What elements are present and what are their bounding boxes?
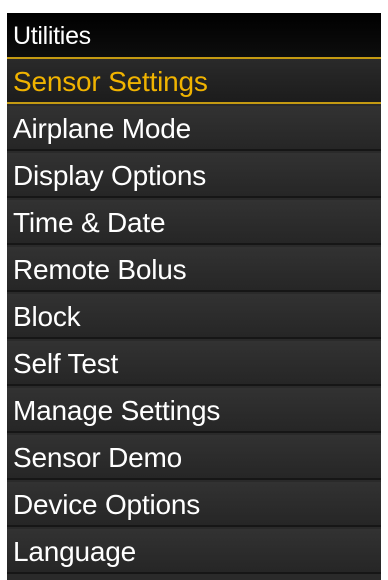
menu-item-remote-bolus[interactable]: Remote Bolus (7, 247, 381, 292)
utilities-screen: Utilities Sensor Settings Airplane Mode … (7, 13, 381, 580)
title-bar: Utilities (7, 13, 381, 59)
menu-item-time-date[interactable]: Time & Date (7, 200, 381, 245)
menu-item-sensor-demo[interactable]: Sensor Demo (7, 435, 381, 480)
menu-item-label: Manage Settings (13, 395, 221, 426)
menu-item-label: Airplane Mode (13, 113, 191, 144)
menu-item-label: Display Options (13, 160, 207, 191)
menu-item-label: Device Options (13, 489, 201, 520)
menu-item-device-options[interactable]: Device Options (7, 482, 381, 527)
menu-item-airplane-mode[interactable]: Airplane Mode (7, 106, 381, 151)
menu-item-label: Remote Bolus (13, 254, 187, 285)
menu-item-block[interactable]: Block (7, 294, 381, 339)
menu-item-label: Block (13, 301, 81, 332)
menu-item-label: Self Test (13, 348, 119, 379)
menu-item-label: Sensor Demo (13, 442, 182, 473)
menu-item-self-test[interactable]: Self Test (7, 341, 381, 386)
menu-item-sensor-settings[interactable]: Sensor Settings (7, 59, 381, 104)
menu-item-label: Time & Date (13, 207, 166, 238)
menu-item-language[interactable]: Language (7, 529, 381, 574)
menu-item-label: Sensor Settings (13, 66, 208, 97)
menu-item-label: Language (13, 536, 136, 567)
page-title: Utilities (13, 22, 91, 50)
menu-item-manage-settings[interactable]: Manage Settings (7, 388, 381, 433)
menu-item-display-options[interactable]: Display Options (7, 153, 381, 198)
